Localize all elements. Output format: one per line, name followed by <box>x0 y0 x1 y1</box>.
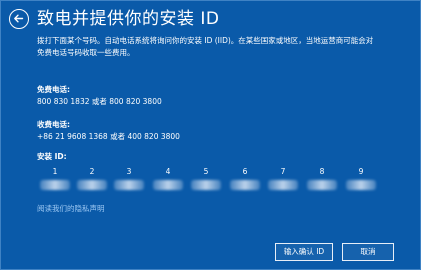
back-button[interactable] <box>9 9 29 29</box>
id-group-value-redacted <box>77 180 107 190</box>
id-group-number: 8 <box>319 167 325 176</box>
toll-free-label: 免费电话: <box>37 85 70 94</box>
id-group-value-redacted <box>191 180 221 190</box>
id-group-number: 4 <box>165 167 171 176</box>
enter-confirmation-id-button[interactable]: 输入确认 ID <box>275 243 333 261</box>
toll-free-numbers: 800 830 1832 或者 800 820 3800 <box>37 97 162 106</box>
id-group-value-redacted <box>40 180 70 190</box>
id-group-number: 3 <box>126 167 132 176</box>
id-group-value-redacted <box>268 180 298 190</box>
id-group-number: 9 <box>358 167 364 176</box>
id-group-value-redacted <box>230 180 260 190</box>
installation-id-label: 安装 ID: <box>37 152 67 161</box>
id-group-value-redacted <box>307 180 337 190</box>
back-arrow-icon <box>14 14 24 23</box>
toll-label: 收费电话: <box>37 120 70 129</box>
id-group-number: 7 <box>280 167 286 176</box>
id-group-value-redacted <box>346 180 376 190</box>
privacy-statement-link[interactable]: 阅读我们的隐私声明 <box>37 204 105 214</box>
id-group-number: 1 <box>52 167 58 176</box>
instructions-line-1: 拨打下面某个号码。自动电话系统将询问你的安装 ID (IID)。在某些国家或地区… <box>37 36 374 45</box>
id-group-number: 6 <box>242 167 248 176</box>
instructions-line-2: 免费电话号码收取一些费用。 <box>37 48 135 57</box>
toll-numbers: +86 21 9608 1368 或者 400 820 3800 <box>37 132 180 141</box>
page-title: 致电并提供你的安装 ID <box>37 9 220 29</box>
id-group-number: 2 <box>89 167 95 176</box>
cancel-button[interactable]: 取消 <box>342 243 394 261</box>
activation-dialog: 致电并提供你的安装 ID 拨打下面某个号码。自动电话系统将询问你的安装 ID (… <box>0 0 421 270</box>
id-group-number: 5 <box>203 167 209 176</box>
id-group-value-redacted <box>114 180 144 190</box>
id-group-value-redacted <box>153 180 183 190</box>
